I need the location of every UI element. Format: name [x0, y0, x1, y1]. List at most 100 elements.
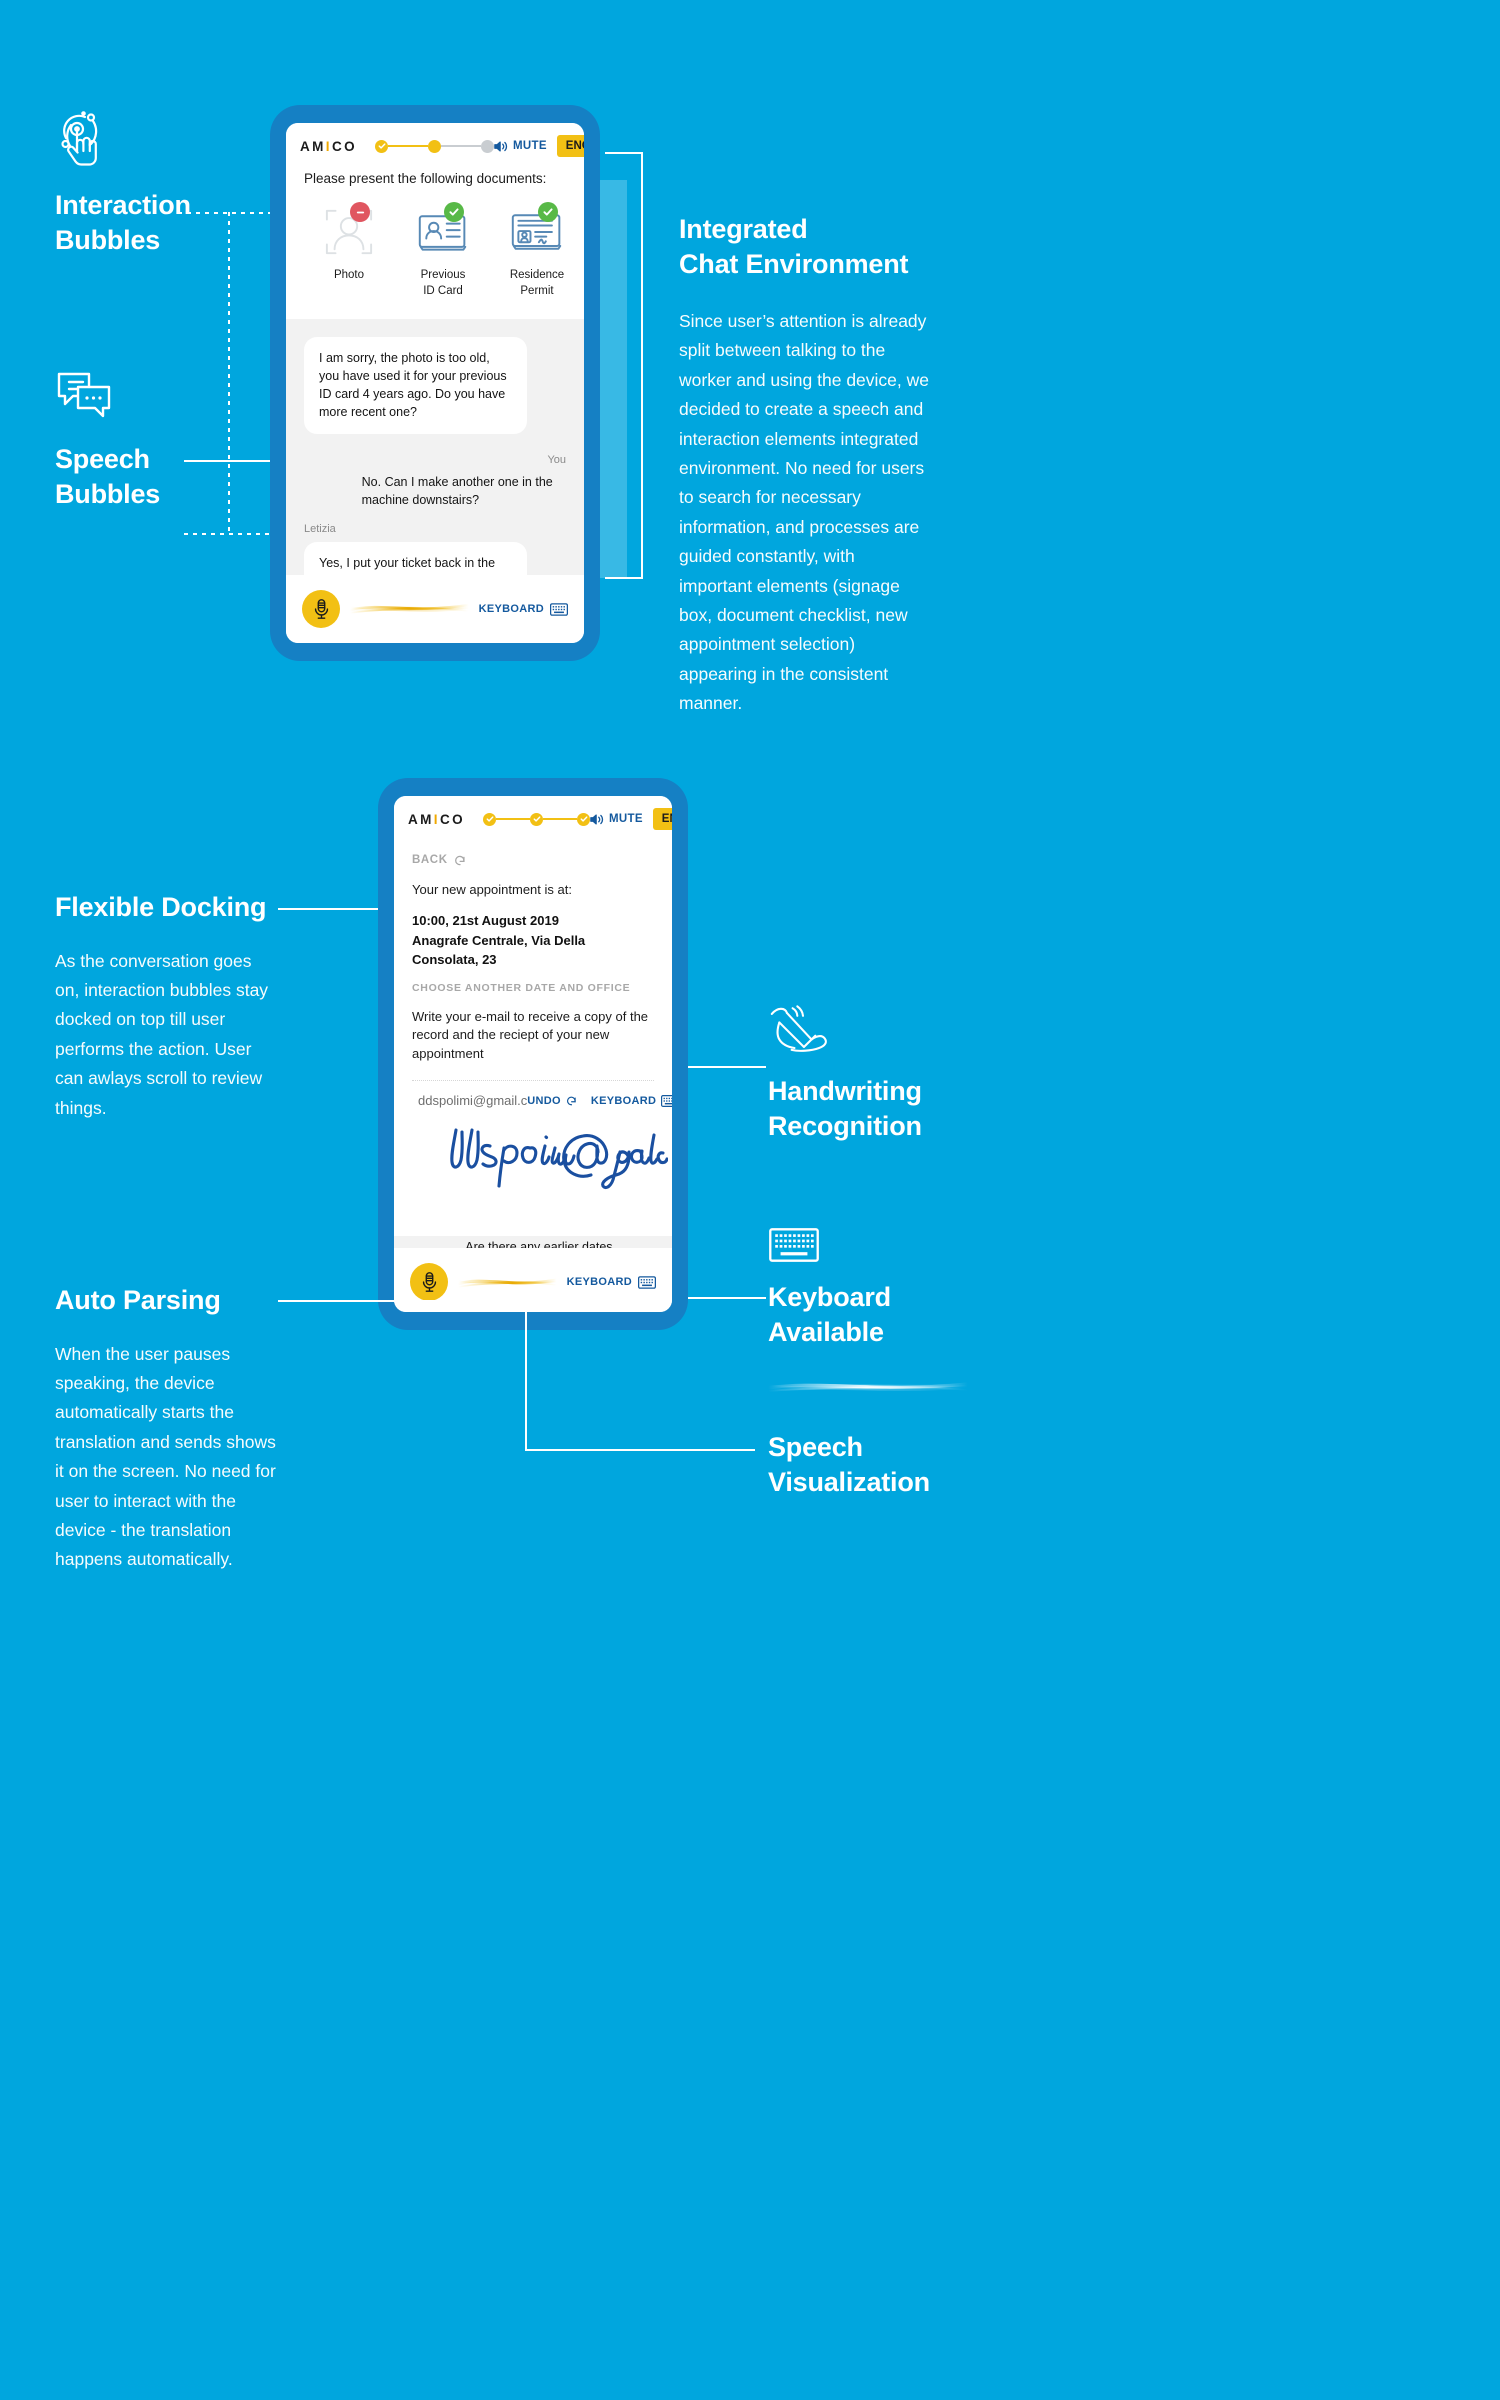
annotation-title: Interaction Bubbles [55, 188, 295, 257]
keyboard-button[interactable]: KEYBOARD [591, 1095, 672, 1107]
appointment-panel: BACK Your new appointment is at: 10:00, … [394, 840, 672, 1237]
minus-icon [356, 211, 364, 213]
appointment-details: 10:00, 21st August 2019 Anagrafe Central… [412, 911, 654, 970]
email-prompt: Write your e-mail to receive a copy of t… [412, 1008, 649, 1062]
progress-stepper [483, 812, 591, 826]
connector-flexible-docking [278, 908, 378, 910]
document-item-previous-id[interactable]: Previous ID Card [414, 202, 472, 299]
message-sender: You [547, 453, 566, 466]
connector-speech-visualization [525, 1449, 755, 1451]
step-bar-1 [496, 817, 531, 821]
step-dot-done[interactable] [375, 139, 389, 153]
app-logo: AMICO [300, 138, 358, 154]
step-dot-current[interactable] [428, 139, 442, 153]
title-line-2: Recognition [768, 1110, 922, 1141]
annotation-auto-parsing: Auto Parsing When the user pauses speaki… [55, 1283, 280, 1575]
speech-waveform [458, 1262, 557, 1302]
title-line-2: Visualization [768, 1466, 930, 1497]
email-actions: UNDO KEYBOARD [527, 1095, 672, 1107]
title-line-1: Keyboard [768, 1282, 891, 1312]
chat-message: You No. Can I make another one in the ma… [304, 454, 566, 509]
mute-button[interactable]: MUTE [590, 813, 643, 826]
keyboard-button[interactable]: KEYBOARD [478, 602, 568, 616]
annotation-title: Flexible Docking [55, 892, 267, 922]
phone-frame-top: AMICO MUTE EN Please present the followi… [270, 105, 600, 661]
document-item-photo[interactable]: Photo [320, 202, 378, 299]
status-badge-approved [538, 202, 558, 222]
annotation-keyboard-available: Keyboard Available [768, 1228, 998, 1349]
annotation-integrated-chat: Integrated Chat Environment Since user’s… [679, 212, 931, 719]
microphone-icon[interactable] [410, 1263, 448, 1302]
connector-auto-parsing-vertical [525, 1300, 527, 1450]
message-sender: Letizia [304, 522, 336, 535]
language-selector[interactable]: ENG [556, 135, 584, 157]
status-badge-rejected [350, 202, 370, 222]
appointment-time: 10:00, 21st August 2019 [412, 913, 559, 928]
annotation-title: Speech Bubbles [55, 442, 295, 511]
email-field[interactable]: ddspolimi@gmail.c [418, 1093, 527, 1108]
mute-button[interactable]: MUTE [494, 140, 547, 153]
keyboard-label: KEYBOARD [566, 1276, 632, 1289]
language-selector[interactable]: ENG [652, 808, 672, 830]
chat-message: Letizia Yes, I put your ticket back in t… [304, 523, 566, 575]
annotation-interaction-bubbles: Interaction Bubbles [55, 108, 295, 257]
app-header-top: AMICO MUTE EN [286, 123, 584, 167]
document-label: Residence Permit [509, 269, 565, 297]
document-checklist-card: Please present the following documents: [286, 167, 584, 320]
title-line-2: Bubbles [55, 478, 161, 509]
app-header-bottom: AMICO MUTE E [394, 796, 672, 840]
undo-icon [566, 1096, 576, 1106]
step-dot-todo[interactable] [481, 139, 495, 153]
input-bar-top: KEYBOARD [286, 575, 584, 643]
back-button[interactable]: BACK [412, 854, 654, 866]
status-badge-approved [444, 202, 464, 222]
keyboard-label: KEYBOARD [478, 603, 544, 615]
app-logo: AMICO [408, 811, 466, 827]
bracket-top [605, 152, 643, 154]
keyboard-button[interactable]: KEYBOARD [566, 1275, 656, 1289]
undo-button[interactable]: UNDO [527, 1095, 577, 1107]
handwriting-canvas[interactable] [412, 1118, 669, 1236]
microphone-icon[interactable] [302, 590, 340, 628]
step-bar-2 [543, 817, 578, 821]
title-line-1: Integrated [679, 214, 808, 244]
appointment-intro: Your new appointment is at: [412, 882, 572, 897]
connector-auto-parsing [278, 1300, 526, 1302]
annotation-body: As the conversation goes on, interaction… [55, 950, 269, 1118]
title-line-2: Chat Environment [679, 248, 909, 279]
connector-keyboard [688, 1297, 766, 1299]
message-bubble: I am sorry, the photo is too old, you ha… [304, 337, 527, 434]
highlight-band [597, 180, 627, 578]
chat-message: Are there any earlier dates available? I… [412, 1238, 654, 1248]
message-bubble: Yes, I put your ticket back in the queue [304, 541, 527, 575]
title-line-1: Interaction [55, 190, 191, 220]
undo-label: UNDO [527, 1094, 561, 1107]
progress-stepper [375, 139, 495, 153]
photo-person-icon [320, 202, 378, 260]
connector-handwriting [688, 1066, 766, 1068]
message-text: Are there any earlier dates available? I… [465, 1240, 613, 1249]
chat-message: I am sorry, the photo is too old, you ha… [304, 337, 566, 434]
step-dot-done[interactable] [577, 812, 591, 826]
choose-another-link[interactable]: CHOOSE ANOTHER DATE AND OFFICE [412, 982, 654, 994]
annotation-title: Integrated Chat Environment [679, 212, 931, 281]
document-item-residence-permit[interactable]: Residence Permit [508, 202, 566, 299]
speech-waveform [350, 589, 469, 629]
input-bar-bottom: KEYBOARD [394, 1248, 672, 1312]
step-bar-2 [441, 144, 482, 148]
speaker-icon [590, 813, 604, 825]
touch-signal-icon [55, 108, 295, 166]
step-bar-1 [388, 144, 429, 148]
chat-scroll-bottom[interactable]: Are there any earlier dates available? I… [394, 1236, 672, 1249]
document-label: Photo [333, 269, 365, 281]
step-dot-done[interactable] [530, 812, 544, 826]
title-line-1: Handwriting [768, 1076, 922, 1106]
annotation-speech-bubbles: Speech Bubbles [55, 370, 295, 511]
step-dot-done[interactable] [483, 812, 497, 826]
checklist-title: Please present the following documents: [304, 171, 547, 186]
message-text: No. Can I make another one in the machin… [361, 474, 553, 507]
permit-card-icon [508, 202, 566, 260]
waveform-icon [768, 1370, 1098, 1404]
undo-icon [454, 855, 465, 866]
chat-scroll-top[interactable]: I am sorry, the photo is too old, you ha… [286, 319, 584, 575]
